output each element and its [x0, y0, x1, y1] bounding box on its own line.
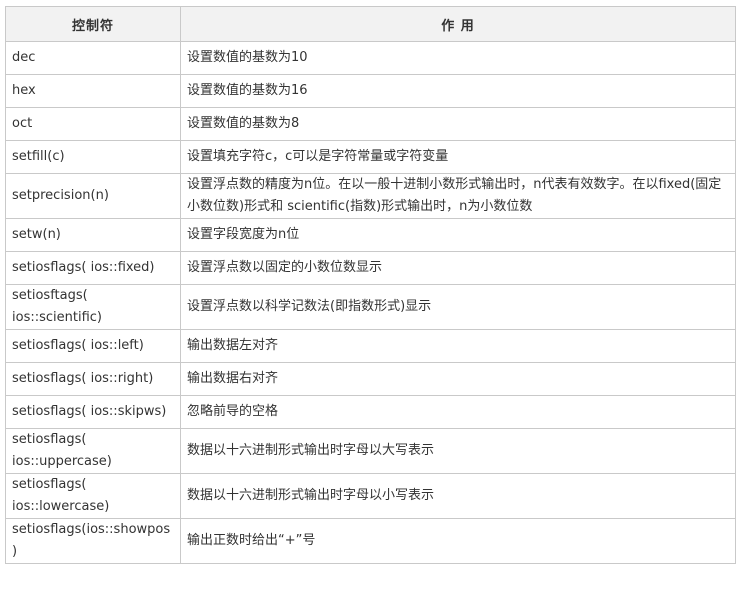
control-cell: setiosflags(ios::showpos): [5, 518, 181, 564]
control-cell: hex: [5, 74, 181, 108]
table-row: setw(n) 设置字段宽度为n位: [5, 218, 736, 252]
effect-cell: 输出数据右对齐: [180, 362, 736, 396]
control-cell: setw(n): [5, 218, 181, 252]
control-cell: setiosflags( ios::lowercase): [5, 473, 181, 519]
table-row: setprecision(n) 设置浮点数的精度为n位。在以一般十进制小数形式输出…: [5, 173, 736, 219]
effect-cell: 设置数值的基数为16: [180, 74, 736, 108]
control-cell: dec: [5, 41, 181, 75]
table-row: setiosflags( ios::uppercase) 数据以十六进制形式输出时…: [5, 428, 736, 474]
control-cell: oct: [5, 107, 181, 141]
effect-cell: 输出正数时给出“+”号: [180, 518, 736, 564]
effect-cell: 输出数据左对齐: [180, 329, 736, 363]
table-row: dec 设置数值的基数为10: [5, 41, 736, 75]
effect-cell: 忽略前导的空格: [180, 395, 736, 429]
effect-cell: 设置数值的基数为8: [180, 107, 736, 141]
table-body: dec 设置数值的基数为10 hex 设置数值的基数为16 oct 设置数值的基数为8 se…: [5, 41, 736, 564]
table-container: 控制符 作 用 dec 设置数值的基数为10 hex 设置数值的基数为16 oct 设置数…: [5, 6, 736, 564]
control-cell: setiosflags( ios::left): [5, 329, 181, 363]
effect-cell: 数据以十六进制形式输出时字母以小写表示: [180, 473, 736, 519]
table-row: oct 设置数值的基数为8: [5, 107, 736, 141]
header-effect: 作 用: [180, 6, 736, 42]
control-cell: setiosflags( ios::uppercase): [5, 428, 181, 474]
table-row: setfill(c) 设置填充字符c，c可以是字符常量或字符变量: [5, 140, 736, 174]
table-row: setiosflags( ios::lowercase) 数据以十六进制形式输出时…: [5, 473, 736, 519]
table-row: hex 设置数值的基数为16: [5, 74, 736, 108]
control-cell: setfill(c): [5, 140, 181, 174]
control-cell: setiosflags( ios::right): [5, 362, 181, 396]
control-cell: setiosftags( ios::scientific): [5, 284, 181, 330]
iomanip-table: 控制符 作 用 dec 设置数值的基数为10 hex 设置数值的基数为16 oct 设置数…: [5, 6, 736, 564]
effect-cell: 设置数值的基数为10: [180, 41, 736, 75]
control-cell: setiosflags( ios::skipws): [5, 395, 181, 429]
table-row: setiosflags( ios::right) 输出数据右对齐: [5, 362, 736, 396]
effect-cell: 设置填充字符c，c可以是字符常量或字符变量: [180, 140, 736, 174]
control-cell: setiosflags( ios::fixed): [5, 251, 181, 285]
header-control: 控制符: [5, 6, 181, 42]
header-row: 控制符 作 用: [5, 6, 736, 42]
effect-cell: 设置浮点数以科学记数法(即指数形式)显示: [180, 284, 736, 330]
table-row: setiosftags( ios::scientific) 设置浮点数以科学记数法…: [5, 284, 736, 330]
effect-cell: 设置浮点数的精度为n位。在以一般十进制小数形式输出时，n代表有效数字。在以fix…: [180, 173, 736, 219]
table-row: setiosflags(ios::showpos) 输出正数时给出“+”号: [5, 518, 736, 564]
effect-cell: 设置浮点数以固定的小数位数显示: [180, 251, 736, 285]
table-row: setiosflags( ios::left) 输出数据左对齐: [5, 329, 736, 363]
control-cell: setprecision(n): [5, 173, 181, 219]
table-row: setiosflags( ios::skipws) 忽略前导的空格: [5, 395, 736, 429]
effect-cell: 设置字段宽度为n位: [180, 218, 736, 252]
effect-cell: 数据以十六进制形式输出时字母以大写表示: [180, 428, 736, 474]
table-row: setiosflags( ios::fixed) 设置浮点数以固定的小数位数显示: [5, 251, 736, 285]
